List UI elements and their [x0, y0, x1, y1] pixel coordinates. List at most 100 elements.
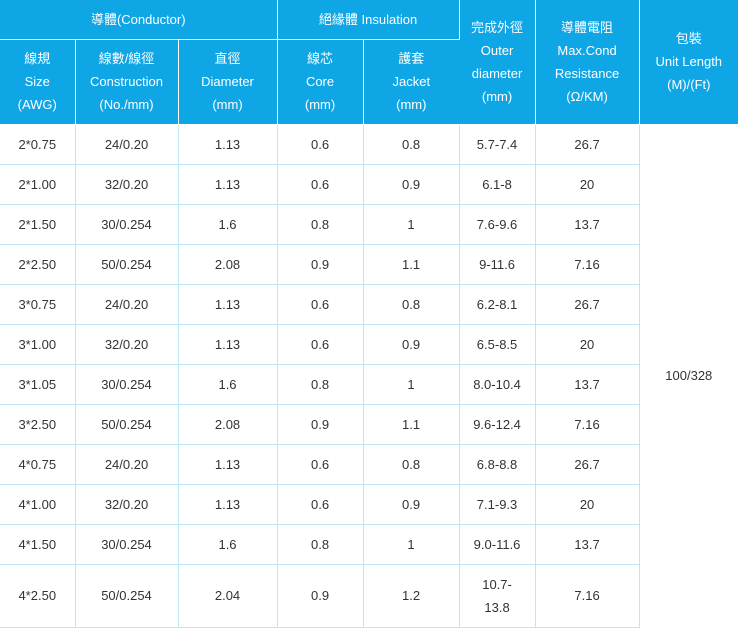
jacket-header: 護套 Jacket (mm) — [363, 39, 460, 125]
table-header: 導體(Conductor) 絕緣體 Insulation 完成外徑 Outer … — [0, 0, 738, 125]
resistance-cell: 20 — [535, 324, 640, 365]
jacket-cell: 0.8 — [363, 284, 460, 325]
diameter-cell: 1.13 — [178, 284, 278, 325]
insulation-group-header: 絕緣體 Insulation — [277, 0, 460, 40]
resistance-cell: 26.7 — [535, 124, 640, 165]
construction-cell: 30/0.254 — [75, 204, 179, 245]
resistance-cell: 13.7 — [535, 524, 640, 565]
diameter-cell: 1.13 — [178, 444, 278, 485]
resistance-header: 導體電阻 Max.Cond Resistance (Ω/KM) — [535, 0, 640, 125]
jacket-cell: 1 — [363, 364, 460, 405]
table-row: 3*0.75 24/0.20 1.13 0.6 0.8 6.2-8.1 26.7 — [0, 284, 738, 325]
unit-length-header: 包裝 Unit Length (M)/(Ft) — [639, 0, 738, 125]
construction-cell: 50/0.254 — [75, 564, 179, 628]
core-cell: 0.8 — [277, 204, 364, 245]
core-cell: 0.6 — [277, 484, 364, 525]
size-cell: 3*1.00 — [0, 324, 76, 365]
core-cell: 0.8 — [277, 364, 364, 405]
resistance-cell: 7.16 — [535, 244, 640, 285]
outer-diameter-cell: 9.6-12.4 — [459, 404, 536, 445]
table-row: 3*1.00 32/0.20 1.13 0.6 0.9 6.5-8.5 20 — [0, 324, 738, 365]
diameter-cell: 1.6 — [178, 364, 278, 405]
construction-cell: 24/0.20 — [75, 444, 179, 485]
size-cell: 2*1.50 — [0, 204, 76, 245]
table-row: 2*1.50 30/0.254 1.6 0.8 1 7.6-9.6 13.7 — [0, 204, 738, 245]
core-cell: 0.9 — [277, 404, 364, 445]
jacket-cell: 1.1 — [363, 244, 460, 285]
construction-cell: 30/0.254 — [75, 364, 179, 405]
core-cell: 0.6 — [277, 444, 364, 485]
resistance-cell: 13.7 — [535, 364, 640, 405]
diameter-cell: 2.04 — [178, 564, 278, 628]
outer-diameter-cell: 8.0-10.4 — [459, 364, 536, 405]
outer-diameter-cell: 7.6-9.6 — [459, 204, 536, 245]
diameter-cell: 1.13 — [178, 164, 278, 205]
construction-cell: 32/0.20 — [75, 324, 179, 365]
diameter-header: 直徑 Diameter (mm) — [178, 39, 278, 125]
table-row: 3*1.05 30/0.254 1.6 0.8 1 8.0-10.4 13.7 — [0, 364, 738, 405]
table-row: 2*0.75 24/0.20 1.13 0.6 0.8 5.7-7.4 26.7… — [0, 124, 738, 383]
table-row: 3*2.50 50/0.254 2.08 0.9 1.1 9.6-12.4 7.… — [0, 404, 738, 445]
outer-diameter-cell: 5.7-7.4 — [459, 124, 536, 165]
jacket-cell: 0.9 — [363, 484, 460, 525]
diameter-cell: 1.13 — [178, 124, 278, 165]
jacket-cell: 0.9 — [363, 164, 460, 205]
jacket-cell: 1.1 — [363, 404, 460, 445]
table-row: 4*1.00 32/0.20 1.13 0.6 0.9 7.1-9.3 20 — [0, 484, 738, 525]
diameter-cell: 1.13 — [178, 324, 278, 365]
core-cell: 0.8 — [277, 524, 364, 565]
outer-diameter-cell: 6.5-8.5 — [459, 324, 536, 365]
diameter-cell: 1.6 — [178, 204, 278, 245]
resistance-cell: 13.7 — [535, 204, 640, 245]
jacket-cell: 0.9 — [363, 324, 460, 365]
size-cell: 4*1.00 — [0, 484, 76, 525]
size-cell: 3*0.75 — [0, 284, 76, 325]
resistance-cell: 20 — [535, 484, 640, 525]
size-cell: 3*2.50 — [0, 404, 76, 445]
diameter-cell: 2.08 — [178, 244, 278, 285]
construction-header: 線數/線徑 Construction (No./mm) — [75, 39, 179, 125]
outer-diameter-cell: 7.1-9.3 — [459, 484, 536, 525]
core-cell: 0.6 — [277, 164, 364, 205]
jacket-cell: 1 — [363, 204, 460, 245]
core-cell: 0.9 — [277, 244, 364, 285]
outer-diameter-cell: 6.8-8.8 — [459, 444, 536, 485]
size-cell: 2*2.50 — [0, 244, 76, 285]
diameter-cell: 2.08 — [178, 404, 278, 445]
conductor-group-header: 導體(Conductor) — [0, 0, 278, 40]
outer-diameter-cell: 9.0-11.6 — [459, 524, 536, 565]
construction-cell: 30/0.254 — [75, 524, 179, 565]
resistance-cell: 20 — [535, 164, 640, 205]
construction-cell: 50/0.254 — [75, 404, 179, 445]
outer-diameter-cell: 6.1-8 — [459, 164, 536, 205]
construction-cell: 32/0.20 — [75, 164, 179, 205]
resistance-cell: 7.16 — [535, 564, 640, 628]
resistance-cell: 26.7 — [535, 444, 640, 485]
diameter-cell: 1.13 — [178, 484, 278, 525]
resistance-cell: 7.16 — [535, 404, 640, 445]
construction-cell: 24/0.20 — [75, 124, 179, 165]
unit-length-cell: 100/328 — [665, 368, 713, 384]
jacket-cell: 0.8 — [363, 444, 460, 485]
size-cell: 4*0.75 — [0, 444, 76, 485]
table-row: 4*0.75 24/0.20 1.13 0.6 0.8 6.8-8.8 26.7 — [0, 444, 738, 485]
jacket-cell: 1 — [363, 524, 460, 565]
construction-cell: 50/0.254 — [75, 244, 179, 285]
outer-diameter-cell: 6.2-8.1 — [459, 284, 536, 325]
size-cell: 2*1.00 — [0, 164, 76, 205]
jacket-cell: 0.8 — [363, 124, 460, 165]
table-body: 2*0.75 24/0.20 1.13 0.6 0.8 5.7-7.4 26.7… — [0, 124, 738, 628]
core-header: 線芯 Core (mm) — [277, 39, 364, 125]
outer-diameter-cell: 10.7- 13.8 — [459, 564, 536, 628]
jacket-cell: 1.2 — [363, 564, 460, 628]
core-cell: 0.6 — [277, 324, 364, 365]
table-row: 4*2.50 50/0.254 2.04 0.9 1.2 10.7- 13.8 … — [0, 564, 738, 628]
construction-cell: 32/0.20 — [75, 484, 179, 525]
core-cell: 0.9 — [277, 564, 364, 628]
outer-diameter-header: 完成外徑 Outer diameter (mm) — [459, 0, 536, 125]
core-cell: 0.6 — [277, 124, 364, 165]
size-cell: 2*0.75 — [0, 124, 76, 165]
core-cell: 0.6 — [277, 284, 364, 325]
size-cell: 3*1.05 — [0, 364, 76, 405]
cable-spec-table: 導體(Conductor) 絕緣體 Insulation 完成外徑 Outer … — [0, 0, 738, 628]
